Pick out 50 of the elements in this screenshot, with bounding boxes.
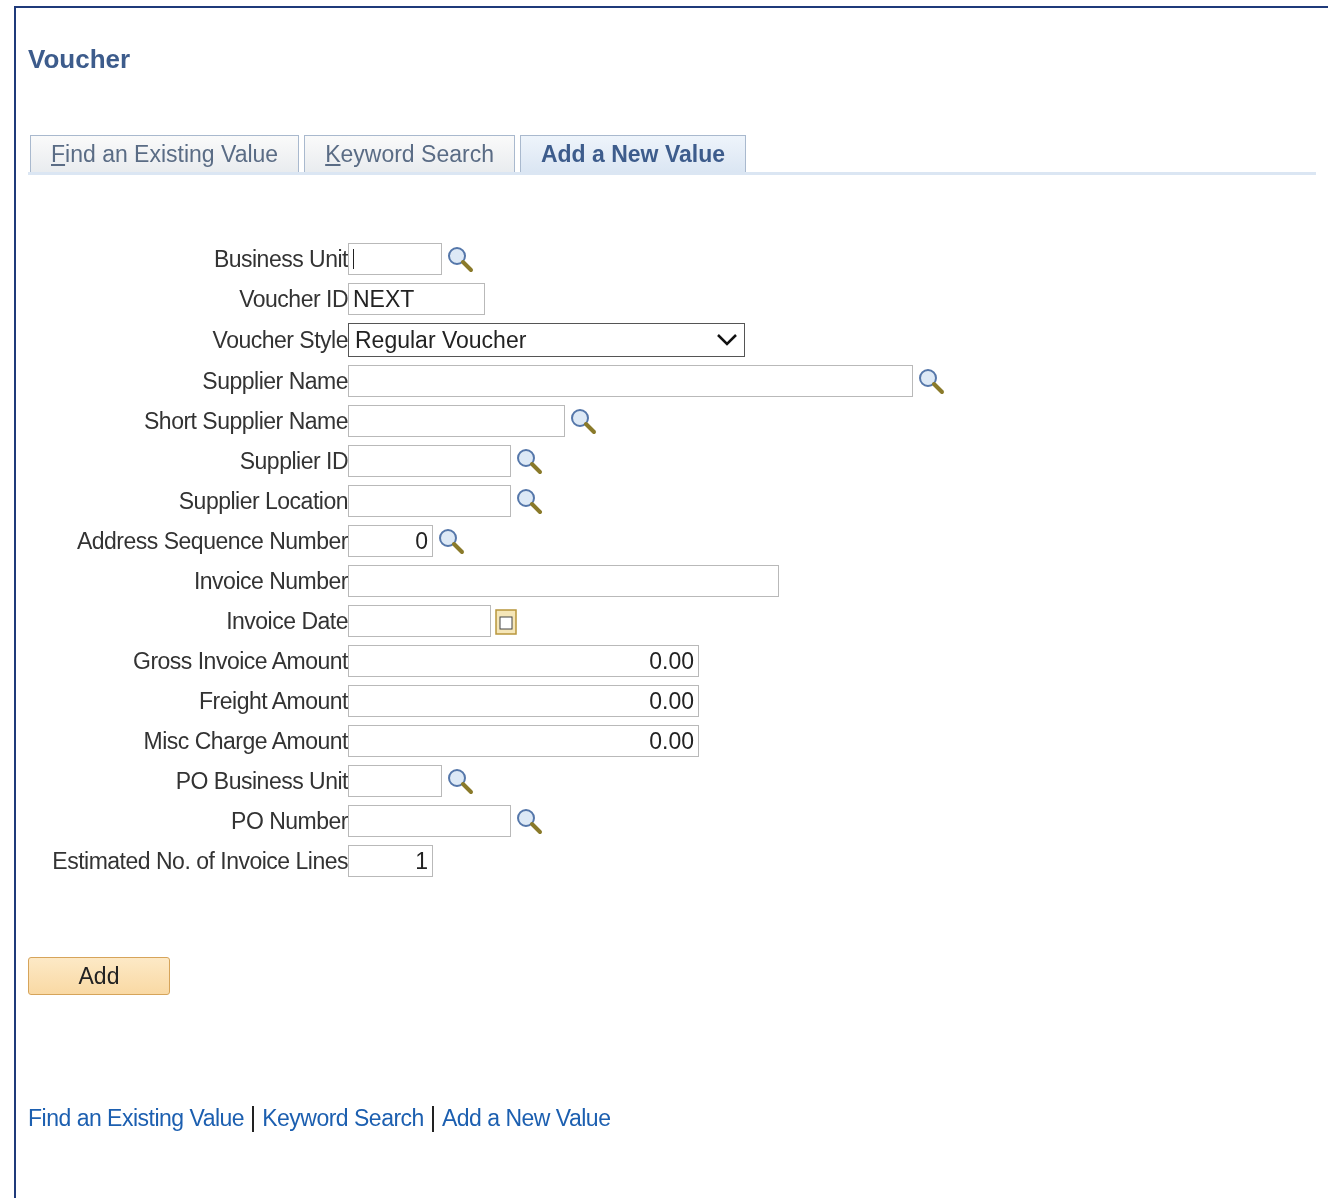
input-field[interactable]: NEXT bbox=[348, 283, 485, 315]
input-field[interactable] bbox=[348, 765, 442, 797]
search-icon[interactable] bbox=[515, 807, 543, 835]
search-icon[interactable] bbox=[515, 487, 543, 515]
search-icon[interactable] bbox=[569, 407, 597, 435]
footer-link[interactable]: Add a New Value bbox=[441, 1105, 611, 1132]
input-field[interactable] bbox=[348, 405, 565, 437]
field-label: Invoice Number bbox=[193, 567, 348, 595]
field-label: PO Number bbox=[231, 807, 348, 835]
search-icon[interactable] bbox=[515, 447, 543, 475]
field-label: PO Business Unit bbox=[175, 767, 348, 795]
search-icon[interactable] bbox=[446, 767, 474, 795]
field-label: Invoice Date bbox=[226, 607, 348, 635]
tab[interactable]: Keyword Search bbox=[304, 135, 515, 172]
field-label: Supplier Name bbox=[202, 367, 348, 395]
voucher-style-select[interactable]: Regular Voucher bbox=[348, 323, 745, 357]
input-field[interactable] bbox=[348, 365, 913, 397]
field-label: Short Supplier Name bbox=[144, 407, 348, 435]
field-label: Estimated No. of Invoice Lines bbox=[52, 847, 348, 875]
tab[interactable]: Find an Existing Value bbox=[30, 135, 300, 172]
field-label: Supplier Location bbox=[178, 487, 348, 515]
search-icon[interactable] bbox=[917, 367, 945, 395]
field-label: Gross Invoice Amount bbox=[133, 647, 348, 675]
page-title: Voucher bbox=[28, 44, 132, 75]
tab[interactable]: Add a New Value bbox=[519, 135, 746, 172]
field-label: Voucher Style bbox=[212, 326, 348, 354]
footer-link[interactable]: Keyword Search bbox=[262, 1105, 424, 1132]
input-field[interactable] bbox=[348, 243, 442, 275]
input-field[interactable]: 0.00 bbox=[348, 725, 699, 757]
field-label: Supplier ID bbox=[239, 447, 348, 475]
calendar-icon[interactable] bbox=[495, 607, 517, 635]
input-field[interactable]: 1 bbox=[348, 845, 433, 877]
input-field[interactable]: 0.00 bbox=[348, 645, 699, 677]
chevron-down-icon bbox=[716, 333, 738, 347]
date-field[interactable] bbox=[348, 605, 491, 637]
input-field[interactable] bbox=[348, 565, 779, 597]
footer-link[interactable]: Find an Existing Value bbox=[28, 1105, 245, 1132]
input-field[interactable] bbox=[348, 445, 511, 477]
input-field[interactable] bbox=[348, 805, 511, 837]
search-icon[interactable] bbox=[437, 527, 465, 555]
input-field[interactable]: 0 bbox=[348, 525, 433, 557]
field-label: Address Sequence Number bbox=[76, 527, 348, 555]
input-field[interactable]: 0.00 bbox=[348, 685, 699, 717]
input-field[interactable] bbox=[348, 485, 511, 517]
field-label: Voucher ID bbox=[239, 285, 348, 313]
search-icon[interactable] bbox=[446, 245, 474, 273]
add-button[interactable]: Add bbox=[28, 957, 170, 995]
field-label: Business Unit bbox=[213, 245, 348, 273]
field-label: Misc Charge Amount bbox=[143, 727, 348, 755]
field-label: Freight Amount bbox=[199, 687, 348, 715]
